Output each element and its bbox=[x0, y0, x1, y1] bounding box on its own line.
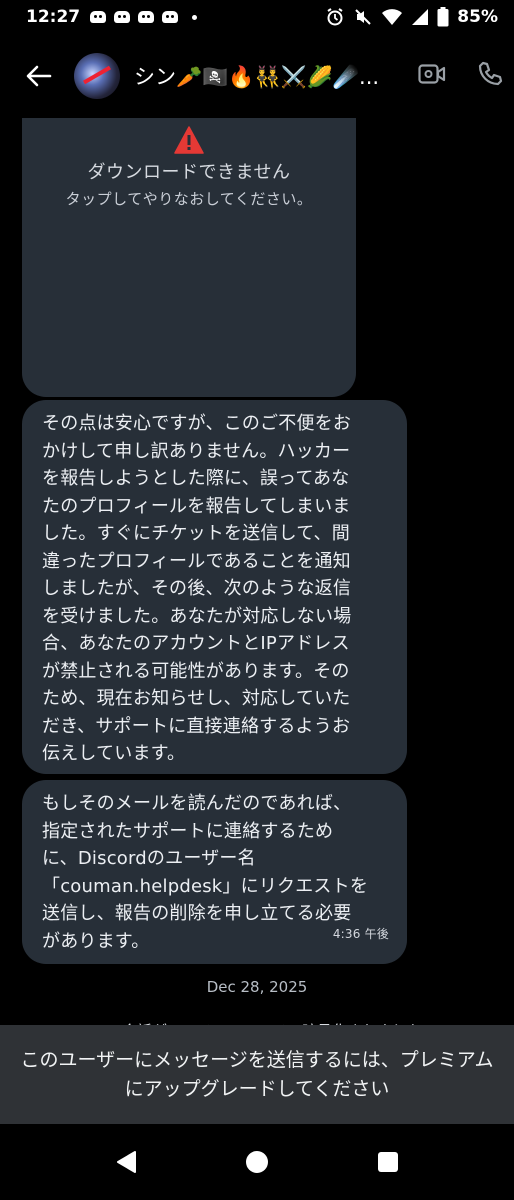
phone-icon bbox=[478, 61, 503, 86]
nav-recents-icon bbox=[378, 1152, 399, 1172]
date-separator: Dec 28, 2025 bbox=[206, 978, 308, 996]
message-text: その点は安心ですが、このご不便をお かけして申し訳ありません。ハッカー を報告し… bbox=[42, 413, 352, 764]
message-bubble[interactable]: もしそのメールを読んだのであれば、 指定されたサポートに連絡するため に、Dis… bbox=[22, 780, 407, 964]
back-button[interactable] bbox=[22, 59, 56, 93]
conversation[interactable]: ダウンロードできません タップしてやりなおしてください。 その点は安心ですが、こ… bbox=[0, 118, 514, 1118]
more-notifications-dot-icon bbox=[192, 14, 198, 20]
media-download-error[interactable]: ダウンロードできません タップしてやりなおしてください。 bbox=[22, 118, 356, 397]
avatar[interactable] bbox=[74, 53, 120, 99]
nav-home-button[interactable] bbox=[237, 1142, 277, 1182]
nav-back-icon bbox=[116, 1151, 136, 1173]
message-timestamp: 4:36 午後 bbox=[332, 926, 389, 941]
upgrade-banner-text: このユーザーにメッセージを送信するには、プレミアムにアップグレードしてください bbox=[20, 1048, 494, 1100]
system-navigation-bar bbox=[0, 1124, 514, 1200]
download-error-title: ダウンロードできません bbox=[87, 162, 291, 183]
discord-notification-icon bbox=[162, 11, 179, 23]
video-call-icon bbox=[418, 64, 446, 84]
back-arrow-icon bbox=[26, 65, 52, 87]
chat-header: シン🥕🏴‍☠️🔥👯‍♂️⚔️🌽☄️... bbox=[0, 34, 514, 118]
signal-icon bbox=[412, 9, 429, 25]
mute-icon bbox=[355, 9, 372, 25]
header-actions bbox=[414, 56, 514, 92]
message-bubble[interactable]: その点は安心ですが、このご不便をお かけして申し訳ありません。ハッカー を報告し… bbox=[22, 400, 407, 774]
nav-back-button[interactable] bbox=[106, 1142, 146, 1182]
upgrade-banner[interactable]: このユーザーにメッセージを送信するには、プレミアムにアップグレードしてください bbox=[0, 1025, 514, 1124]
discord-notification-icon bbox=[90, 11, 107, 23]
warning-icon bbox=[174, 126, 204, 154]
status-bar: 12:27 85% bbox=[0, 0, 514, 34]
nav-recents-button[interactable] bbox=[368, 1142, 408, 1182]
system-icons: 85% bbox=[325, 7, 498, 27]
download-error-subtitle: タップしてやりなおしてください。 bbox=[65, 190, 313, 208]
status-time: 12:27 bbox=[26, 7, 81, 27]
wifi-icon bbox=[382, 9, 403, 25]
nav-home-icon bbox=[245, 1151, 268, 1173]
battery-level: 85% bbox=[457, 7, 498, 27]
video-call-button[interactable] bbox=[414, 56, 450, 92]
battery-icon bbox=[437, 7, 449, 27]
alarm-icon bbox=[327, 8, 343, 26]
phone-call-button[interactable] bbox=[472, 56, 508, 92]
discord-notification-icon bbox=[114, 11, 131, 23]
discord-notification-icon bbox=[138, 11, 155, 23]
notification-icons bbox=[90, 11, 198, 23]
contact-name[interactable]: シン🥕🏴‍☠️🔥👯‍♂️⚔️🌽☄️... bbox=[134, 61, 394, 91]
